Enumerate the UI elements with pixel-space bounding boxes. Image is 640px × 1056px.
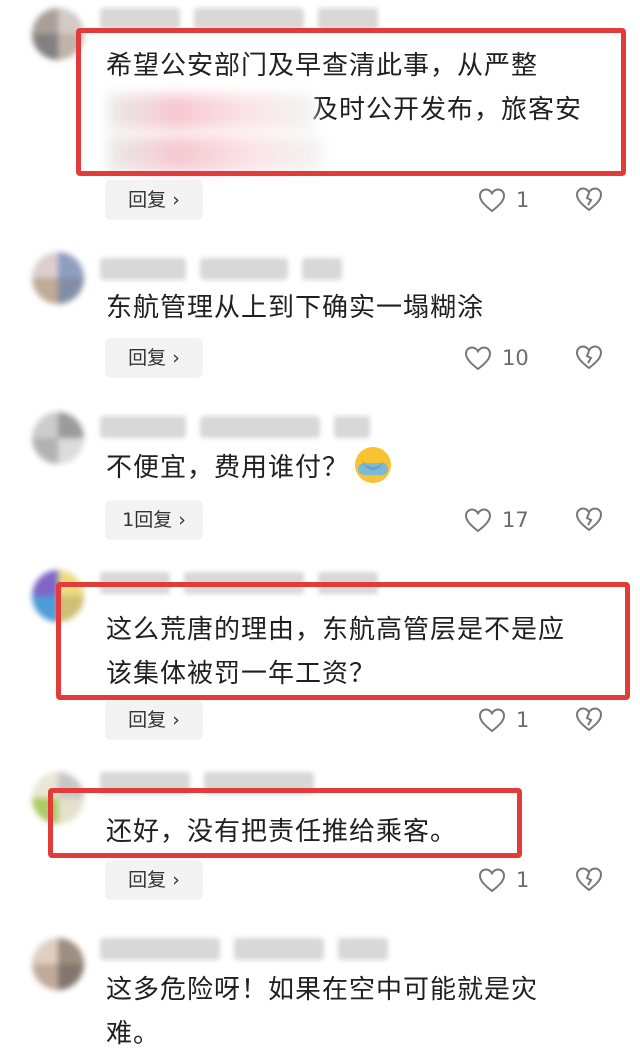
like-count: 10: [502, 346, 529, 370]
heart-outline-icon: [464, 346, 492, 371]
reply-button[interactable]: 1回复 ›: [105, 500, 203, 540]
username-blurred[interactable]: [100, 416, 370, 438]
avatar[interactable]: [32, 8, 84, 60]
comment-4: 这么荒唐的理由，东航高管层是不是应 该集体被罚一年工资？ 回复 › 1: [0, 566, 640, 756]
heart-outline-icon: [478, 708, 506, 733]
username-blurred[interactable]: [100, 8, 378, 30]
comment-text-line-1: 这么荒唐的理由，东航高管层是不是应: [106, 615, 566, 645]
comment-5: 还好，没有把责任推给乘客。 回复 › 1: [0, 766, 640, 926]
reply-label: 1回复: [122, 509, 173, 531]
comment-text: 这多危险呀！如果在空中可能就是灾 难。: [106, 968, 600, 1056]
broken-heart-icon[interactable]: [574, 184, 604, 214]
like-button[interactable]: 10: [464, 338, 534, 378]
broken-heart-icon[interactable]: [574, 504, 604, 534]
like-count: 1: [516, 188, 530, 212]
broken-heart-icon[interactable]: [574, 864, 604, 894]
reply-button[interactable]: 回复 ›: [105, 338, 203, 378]
username-blurred[interactable]: [100, 772, 314, 794]
username-blurred[interactable]: [100, 258, 342, 280]
comment-text-line-2: 该集体被罚一年工资？: [106, 659, 377, 689]
broken-heart-icon[interactable]: [574, 342, 604, 372]
comment-text-content: 不便宜，费用谁付？: [106, 453, 350, 483]
like-button[interactable]: 1: [478, 700, 548, 740]
comment-text-line-2-visible: 及时公开发布，旅客安: [312, 95, 583, 125]
comment-text: 还好，没有把责任推给乘客。: [106, 817, 458, 847]
comment-text: 不便宜，费用谁付？: [106, 446, 600, 490]
like-count: 1: [516, 868, 530, 892]
avatar[interactable]: [32, 772, 84, 824]
avatar[interactable]: [32, 570, 84, 622]
broken-heart-icon[interactable]: [574, 704, 604, 734]
like-button[interactable]: 17: [464, 500, 534, 540]
comment-text: 东航管理从上到下确实一塌糊涂: [106, 293, 485, 323]
comment-1: 希望公安部门及早查清此事，从严整 及时公开发布，旅客安 回复 › 1: [0, 0, 640, 230]
comment-text-line-2: 难。: [106, 1019, 161, 1049]
heart-outline-icon: [464, 508, 492, 533]
username-blurred[interactable]: [100, 938, 388, 960]
reply-button[interactable]: 回复 ›: [105, 180, 203, 220]
chevron-right-icon: ›: [172, 709, 180, 731]
like-count: 1: [516, 708, 530, 732]
comment-text: 这么荒唐的理由，东航高管层是不是应 该集体被罚一年工资？: [106, 608, 600, 696]
like-count: 17: [502, 508, 529, 532]
reply-button[interactable]: 回复 ›: [105, 700, 203, 740]
chevron-right-icon: ›: [178, 509, 186, 531]
avatar[interactable]: [32, 252, 84, 304]
heart-outline-icon: [478, 188, 506, 213]
comment-6: 这多危险呀！如果在空中可能就是灾 难。: [0, 930, 640, 1049]
like-button[interactable]: 1: [478, 860, 548, 900]
laugh-cry-emoji-icon: [355, 447, 392, 483]
heart-outline-icon: [478, 868, 506, 893]
username-blurred[interactable]: [100, 572, 378, 594]
comment-3: 不便宜，费用谁付？ 1回复 › 17: [0, 404, 640, 554]
comment-text-line-1: 希望公安部门及早查清此事，从严整: [106, 51, 539, 81]
comment-text-line-1: 这多危险呀！如果在空中可能就是灾: [106, 975, 539, 1005]
reply-label: 回复: [128, 347, 167, 369]
like-button[interactable]: 1: [478, 180, 548, 220]
reply-button[interactable]: 回复 ›: [105, 860, 203, 900]
reply-label: 回复: [128, 709, 167, 731]
redacted-text: [108, 94, 314, 130]
chevron-right-icon: ›: [172, 189, 180, 211]
chevron-right-icon: ›: [172, 347, 180, 369]
avatar[interactable]: [32, 412, 84, 464]
redacted-text: [108, 136, 322, 172]
comment-2: 东航管理从上到下确实一塌糊涂 回复 › 10: [0, 244, 640, 394]
reply-label: 回复: [128, 189, 167, 211]
reply-label: 回复: [128, 869, 167, 891]
chevron-right-icon: ›: [172, 869, 180, 891]
avatar[interactable]: [32, 938, 84, 990]
